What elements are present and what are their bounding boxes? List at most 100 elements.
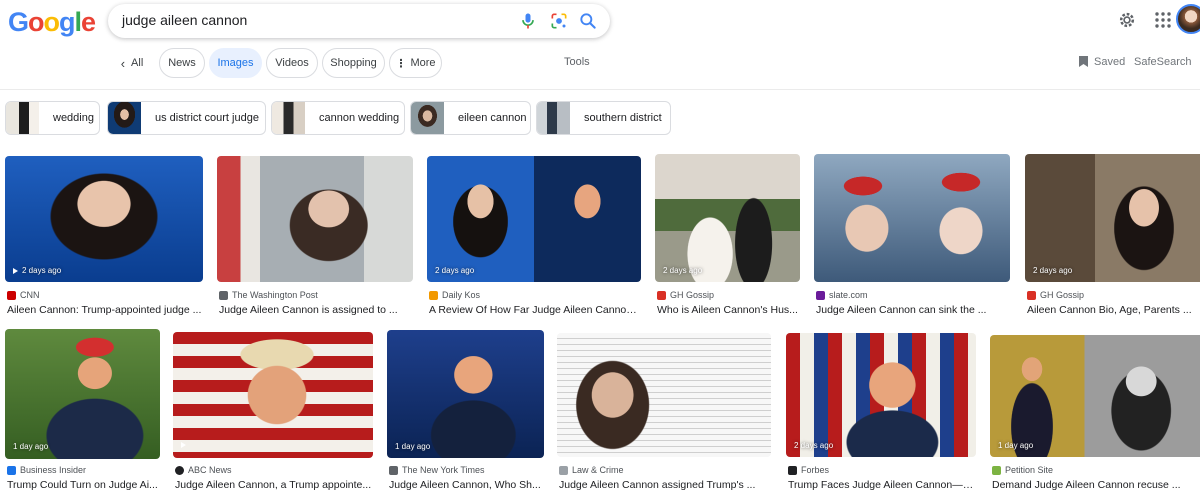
result-source: GH Gossip <box>657 290 714 300</box>
result-thumbnail[interactable] <box>173 332 373 458</box>
chip-label: cannon wedding <box>319 112 400 124</box>
chip-thumbnail <box>411 102 444 134</box>
result-thumbnail[interactable] <box>990 335 1200 457</box>
image-result[interactable]: 2 days ago Forbes Trump Faces Judge Aile… <box>786 333 976 493</box>
favicon-icon <box>1027 290 1036 300</box>
favicon-icon <box>175 465 184 475</box>
image-result[interactable]: 2 days ago GH Gossip Who is Aileen Canno… <box>655 154 800 320</box>
chip-thumbnail <box>6 102 39 134</box>
result-title[interactable]: Demand Judge Aileen Cannon recuse ... <box>992 479 1200 491</box>
tab-videos[interactable]: Videos <box>266 48 318 78</box>
chip-thumbnail <box>537 102 570 134</box>
result-title[interactable]: Judge Aileen Cannon is assigned to ... <box>219 304 413 316</box>
apps-grid-icon[interactable] <box>1154 11 1172 29</box>
image-result[interactable]: 1 day ago Business Insider Trump Could T… <box>5 329 160 493</box>
search-box[interactable]: judge aileen cannon <box>108 4 610 38</box>
result-thumbnail[interactable] <box>557 333 771 457</box>
result-thumbnail[interactable] <box>786 333 976 457</box>
gear-icon[interactable] <box>1117 10 1137 30</box>
result-source: ABC News <box>175 465 232 475</box>
tab-images[interactable]: Images <box>209 48 262 78</box>
favicon-icon <box>992 465 1001 475</box>
result-title[interactable]: Aileen Cannon Bio, Age, Parents ... <box>1027 304 1200 316</box>
logo-letter: G <box>8 7 29 37</box>
chip-us-district-court-judge[interactable]: us district court judge <box>107 101 266 135</box>
badge-text: 1 day ago <box>998 441 1034 450</box>
tab-all[interactable]: ‹ All <box>112 48 152 78</box>
image-result[interactable]: slate.com Judge Aileen Cannon can sink t… <box>814 154 1010 320</box>
badge-text: 2 days ago <box>22 266 62 275</box>
chevron-left-icon: ‹ <box>120 55 126 71</box>
tab-news[interactable]: News <box>159 48 205 78</box>
result-title[interactable]: Judge Aileen Cannon, a Trump appointe... <box>175 479 373 491</box>
source-label: Daily Kos <box>442 290 481 300</box>
tab-label: Videos <box>275 57 309 69</box>
source-label: slate.com <box>829 290 868 300</box>
image-result[interactable]: 1 day ago Petition Site Demand Judge Ail… <box>990 335 1200 493</box>
result-title[interactable]: Judge Aileen Cannon, Who Sh... <box>389 479 544 491</box>
safesearch-button[interactable]: SafeSearch <box>1134 56 1191 68</box>
result-badge: 1 day ago <box>395 442 430 451</box>
result-thumbnail[interactable] <box>5 329 160 459</box>
result-title[interactable]: Who is Aileen Cannon's Hus... <box>657 304 800 316</box>
chip-thumbnail <box>108 102 141 134</box>
result-badge: 1 day ago <box>13 442 48 451</box>
google-logo[interactable]: Google <box>8 7 96 37</box>
favicon-icon <box>429 290 438 300</box>
result-title[interactable]: Trump Could Turn on Judge Ai... <box>7 479 160 491</box>
avatar[interactable] <box>1176 4 1200 34</box>
tools-button[interactable]: Tools <box>564 56 590 68</box>
image-result[interactable]: 1 day ago The New York Times Judge Ailee… <box>387 330 544 493</box>
search-icon[interactable] <box>578 11 598 31</box>
badge-text: 1 day ago <box>395 442 431 451</box>
search-input[interactable]: judge aileen cannon <box>122 12 247 28</box>
result-thumbnail[interactable] <box>427 156 641 282</box>
tab-shopping[interactable]: Shopping <box>322 48 385 78</box>
bookmark-icon <box>1079 56 1088 67</box>
logo-letter: g <box>59 7 75 37</box>
chip-eileen-cannon[interactable]: eileen cannon <box>410 101 531 135</box>
source-label: Petition Site <box>1005 465 1054 475</box>
chip-wedding[interactable]: wedding <box>5 101 100 135</box>
result-thumbnail[interactable] <box>814 154 1010 282</box>
result-thumbnail[interactable] <box>217 156 413 282</box>
tab-label: All <box>131 57 144 69</box>
chip-thumbnail <box>272 102 305 134</box>
result-thumbnail[interactable] <box>655 154 800 282</box>
logo-letter: o <box>43 7 60 37</box>
tab-more[interactable]: ⋮ More <box>389 48 442 78</box>
badge-text: 2 days ago <box>794 441 834 450</box>
result-source: The New York Times <box>389 465 485 475</box>
result-title[interactable]: Judge Aileen Cannon assigned Trump's ... <box>559 479 771 491</box>
result-thumbnail[interactable] <box>5 156 203 282</box>
result-title[interactable]: Trump Faces Judge Aileen Cannon—W... <box>788 479 976 491</box>
chip-southern-district[interactable]: southern district <box>536 101 671 135</box>
image-result[interactable]: Law & Crime Judge Aileen Cannon assigned… <box>557 333 771 493</box>
source-label: The New York Times <box>402 465 485 475</box>
lens-icon[interactable] <box>549 11 569 31</box>
badge-text: 2 days ago <box>1033 266 1073 275</box>
image-result[interactable]: The Washington Post Judge Aileen Cannon … <box>217 156 413 320</box>
image-result[interactable]: ABC News Judge Aileen Cannon, a Trump ap… <box>173 332 373 493</box>
result-source: Business Insider <box>7 465 86 475</box>
result-badge: 1 day ago <box>998 441 1033 450</box>
badge-text: 1 day ago <box>13 442 49 451</box>
chip-label: wedding <box>53 112 94 124</box>
favicon-icon <box>7 465 16 475</box>
image-result[interactable]: 2 days ago CNN Aileen Cannon: Trump-appo… <box>5 156 203 320</box>
result-badge <box>181 442 186 448</box>
image-result[interactable]: 2 days ago GH Gossip Aileen Cannon Bio, … <box>1025 154 1200 320</box>
favicon-icon <box>389 465 398 475</box>
result-title[interactable]: Judge Aileen Cannon can sink the ... <box>816 304 1010 316</box>
more-vert-icon: ⋮ <box>395 57 407 70</box>
result-thumbnail[interactable] <box>1025 154 1200 282</box>
saved-button[interactable]: Saved <box>1078 55 1125 68</box>
favicon-icon <box>657 290 666 300</box>
chip-cannon-wedding[interactable]: cannon wedding <box>271 101 405 135</box>
result-thumbnail[interactable] <box>387 330 544 458</box>
mic-icon[interactable] <box>518 11 538 31</box>
result-title[interactable]: Aileen Cannon: Trump-appointed judge ... <box>7 304 203 316</box>
image-result[interactable]: 2 days ago Daily Kos A Review Of How Far… <box>427 156 641 320</box>
result-title[interactable]: A Review Of How Far Judge Aileen Cannon … <box>429 304 641 316</box>
source-label: Forbes <box>801 465 830 475</box>
